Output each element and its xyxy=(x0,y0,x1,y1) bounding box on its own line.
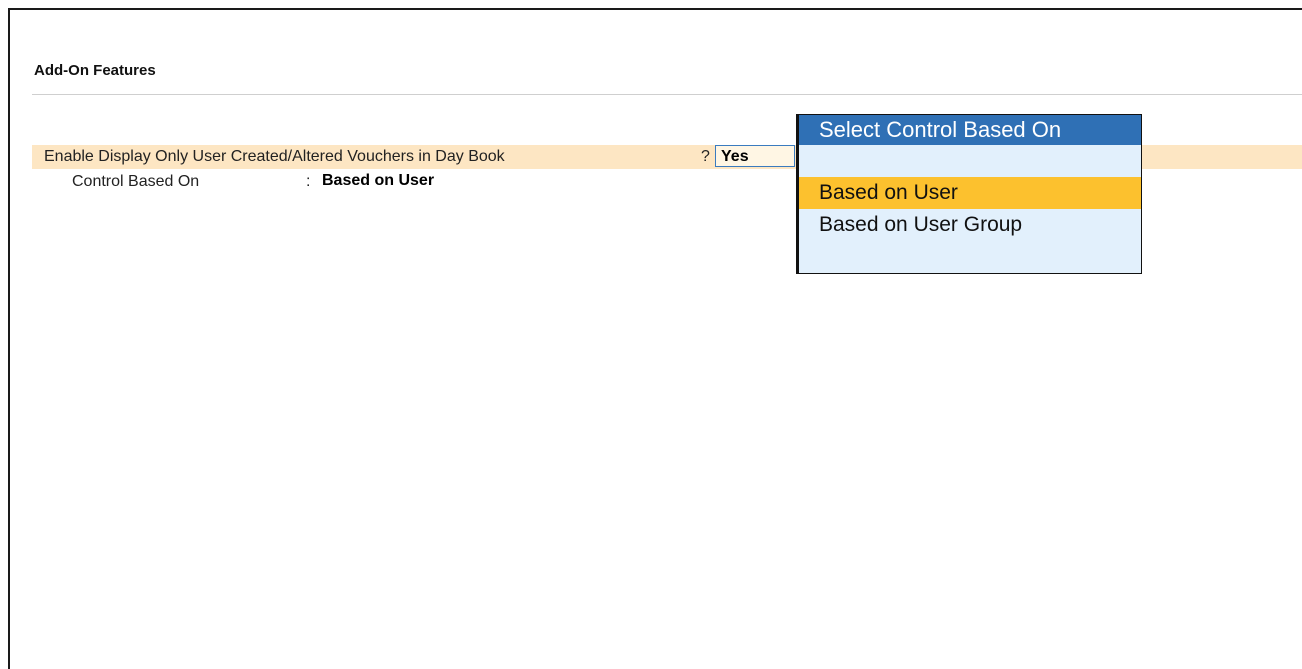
popup-title: Select Control Based On xyxy=(799,115,1141,145)
section-title: Add-On Features xyxy=(34,62,156,79)
select-control-popup[interactable]: Select Control Based On Based on User Ba… xyxy=(796,114,1142,274)
option-based-on-user[interactable]: Based on User xyxy=(799,177,1141,209)
feature-separator: ? xyxy=(701,148,710,165)
feature-label: Enable Display Only User Created/Altered… xyxy=(44,148,505,165)
option-based-on-user-group[interactable]: Based on User Group xyxy=(799,209,1141,241)
main-panel: Add-On Features Enable Display Only User… xyxy=(8,8,1302,669)
control-value-field[interactable]: Based on User xyxy=(322,172,434,190)
title-divider xyxy=(32,94,1302,95)
control-label: Control Based On xyxy=(72,173,200,190)
control-separator: : xyxy=(306,173,311,190)
feature-value-field[interactable]: Yes xyxy=(715,145,795,167)
control-based-on-row[interactable]: Control Based On : Based on User xyxy=(32,170,732,192)
